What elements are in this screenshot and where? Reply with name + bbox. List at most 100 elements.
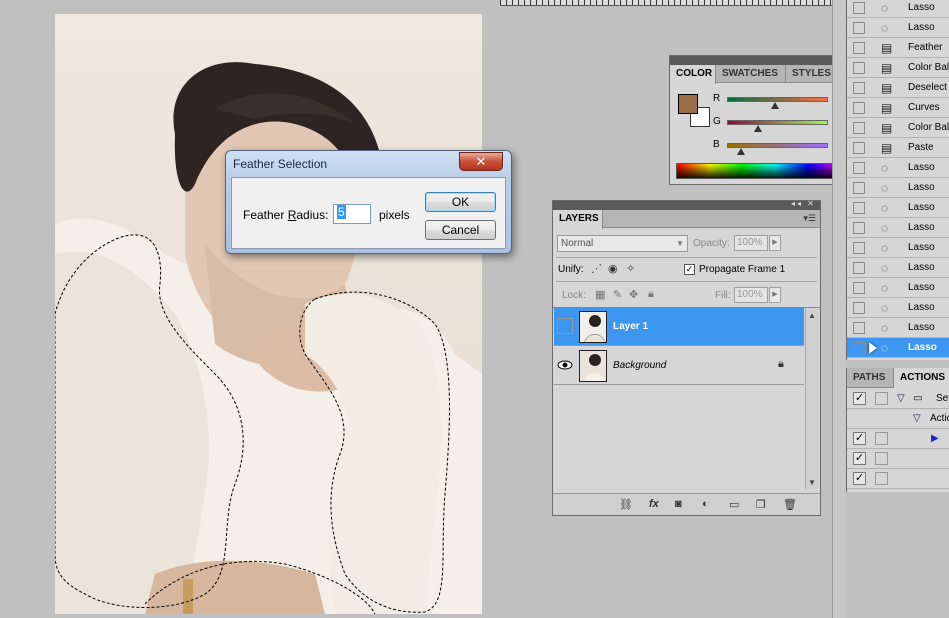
- foreground-color-swatch[interactable]: [678, 94, 698, 114]
- layer-style-icon[interactable]: fx: [649, 498, 659, 510]
- panel-dock-divider[interactable]: [832, 0, 846, 618]
- history-state-pointer-icon[interactable]: [869, 342, 877, 354]
- lock-transparency-icon[interactable]: ▦: [595, 288, 605, 301]
- adjustment-layer-icon[interactable]: ◐: [702, 498, 709, 510]
- action-enable-checkbox[interactable]: ✓: [853, 392, 866, 405]
- action-step-row[interactable]: ✓ ▶: [847, 429, 949, 449]
- action-step-row[interactable]: ✓: [847, 449, 949, 469]
- visibility-toggle[interactable]: [557, 318, 573, 334]
- history-item[interactable]: ▤ Color Bala: [847, 58, 949, 78]
- layer-name[interactable]: Background: [613, 360, 666, 371]
- tab-actions[interactable]: ACTIONS: [894, 368, 949, 389]
- history-item[interactable]: ◌ Lasso: [847, 218, 949, 238]
- history-snapshot-box[interactable]: [853, 42, 865, 54]
- expand-triangle-icon[interactable]: ▽: [897, 393, 905, 404]
- history-item[interactable]: ▤ Color Bala: [847, 118, 949, 138]
- lock-pixels-icon[interactable]: ✎: [613, 288, 622, 301]
- cancel-button[interactable]: Cancel: [425, 220, 496, 240]
- lock-position-icon[interactable]: ✥: [629, 288, 638, 301]
- history-snapshot-box[interactable]: [853, 182, 865, 194]
- tab-color[interactable]: COLOR: [670, 65, 716, 84]
- scroll-down-icon[interactable]: ▼: [808, 478, 816, 487]
- action-dialog-toggle[interactable]: [875, 392, 888, 405]
- document-canvas[interactable]: [55, 14, 482, 614]
- action-dialog-toggle[interactable]: [875, 472, 888, 485]
- layer-row-background[interactable]: Background 🔒︎: [554, 347, 804, 385]
- action-name[interactable]: Actio: [930, 413, 949, 424]
- history-item[interactable]: ◌ Lasso: [847, 18, 949, 38]
- history-item[interactable]: ◌ Lasso: [847, 178, 949, 198]
- layers-scrollbar[interactable]: ▲ ▼: [805, 309, 819, 489]
- history-item[interactable]: ▤ Curves: [847, 98, 949, 118]
- history-item[interactable]: ◌ Lasso: [847, 158, 949, 178]
- panel-top-bar[interactable]: ◂◂ ✕: [553, 199, 820, 210]
- history-snapshot-box[interactable]: [853, 262, 865, 274]
- history-snapshot-box[interactable]: [853, 22, 865, 34]
- history-item[interactable]: ◌ Lasso: [847, 198, 949, 218]
- dialog-close-button[interactable]: ✕: [459, 152, 503, 171]
- link-layers-icon[interactable]: ⛓: [619, 498, 633, 511]
- action-enable-checkbox[interactable]: ✓: [853, 452, 866, 465]
- history-item[interactable]: ◌ Lasso: [847, 318, 949, 338]
- slider-track-g[interactable]: [727, 120, 828, 125]
- history-item[interactable]: ◌ Lasso: [847, 0, 949, 18]
- lock-all-icon[interactable]: 🔒︎: [648, 288, 654, 301]
- unify-visibility-icon[interactable]: ◉: [608, 262, 618, 275]
- history-item[interactable]: ◌ Lasso: [847, 338, 949, 358]
- slider-thumb-g[interactable]: [754, 125, 762, 132]
- tab-layers[interactable]: LAYERS: [553, 210, 603, 229]
- layer-row-layer-1[interactable]: Layer 1: [554, 308, 804, 346]
- history-item[interactable]: ◌ Lasso: [847, 258, 949, 278]
- tab-swatches[interactable]: SWATCHES: [716, 65, 786, 83]
- action-enable-checkbox[interactable]: ✓: [853, 472, 866, 485]
- history-item[interactable]: ▤ Deselect: [847, 78, 949, 98]
- tab-styles[interactable]: STYLES: [786, 65, 834, 83]
- history-snapshot-box[interactable]: [853, 222, 865, 234]
- slider-thumb-b[interactable]: [737, 148, 745, 155]
- slider-thumb-r[interactable]: [771, 102, 779, 109]
- history-snapshot-box[interactable]: [853, 162, 865, 174]
- panel-menu-icon[interactable]: ▾☰: [803, 213, 816, 224]
- history-snapshot-box[interactable]: [853, 142, 865, 154]
- history-item[interactable]: ◌ Lasso: [847, 298, 949, 318]
- history-snapshot-box[interactable]: [853, 2, 865, 14]
- opacity-input[interactable]: 100%: [734, 235, 768, 251]
- history-snapshot-box[interactable]: [853, 202, 865, 214]
- blend-mode-select[interactable]: Normal ▼: [557, 235, 688, 252]
- expand-triangle-icon[interactable]: ▽: [913, 413, 921, 424]
- history-snapshot-box[interactable]: [853, 322, 865, 334]
- history-snapshot-box[interactable]: [853, 122, 865, 134]
- action-dialog-toggle[interactable]: [875, 452, 888, 465]
- history-item[interactable]: ◌ Lasso: [847, 278, 949, 298]
- action-enable-checkbox[interactable]: ✓: [853, 432, 866, 445]
- history-snapshot-box[interactable]: [853, 302, 865, 314]
- fill-slider-arrow[interactable]: ▶: [769, 287, 781, 303]
- scroll-up-icon[interactable]: ▲: [808, 311, 816, 320]
- add-mask-icon[interactable]: ◙: [675, 498, 682, 510]
- history-item[interactable]: ◌ Lasso: [847, 238, 949, 258]
- action-set-name[interactable]: Set: [936, 393, 949, 404]
- opacity-slider-arrow[interactable]: ▶: [769, 235, 781, 251]
- new-group-icon[interactable]: ▭: [729, 498, 739, 511]
- history-snapshot-box[interactable]: [853, 242, 865, 254]
- ok-button[interactable]: OK: [425, 192, 496, 212]
- collapse-icon[interactable]: ◂◂ ✕: [791, 199, 816, 208]
- action-row[interactable]: ▽ Actio: [847, 409, 949, 429]
- history-snapshot-box[interactable]: [853, 82, 865, 94]
- propagate-frame-checkbox[interactable]: ✓: [684, 264, 695, 275]
- eye-icon[interactable]: [557, 357, 573, 373]
- action-step-row[interactable]: ✓: [847, 469, 949, 489]
- feather-radius-input[interactable]: 5: [333, 204, 371, 224]
- history-snapshot-box[interactable]: [853, 62, 865, 74]
- history-item[interactable]: ▤ Feather: [847, 38, 949, 58]
- new-layer-icon[interactable]: ❐: [756, 498, 766, 511]
- history-item[interactable]: ▤ Paste: [847, 138, 949, 158]
- play-triangle-icon[interactable]: ▶: [931, 433, 939, 444]
- history-snapshot-box[interactable]: [853, 282, 865, 294]
- fill-input[interactable]: 100%: [734, 287, 768, 303]
- unify-style-icon[interactable]: ✧: [626, 262, 635, 275]
- unify-position-icon[interactable]: ⋰: [591, 262, 602, 275]
- layer-name[interactable]: Layer 1: [613, 321, 648, 332]
- history-snapshot-box[interactable]: [853, 342, 865, 354]
- action-set-row[interactable]: ✓ ▽ ▭ Set: [847, 389, 949, 409]
